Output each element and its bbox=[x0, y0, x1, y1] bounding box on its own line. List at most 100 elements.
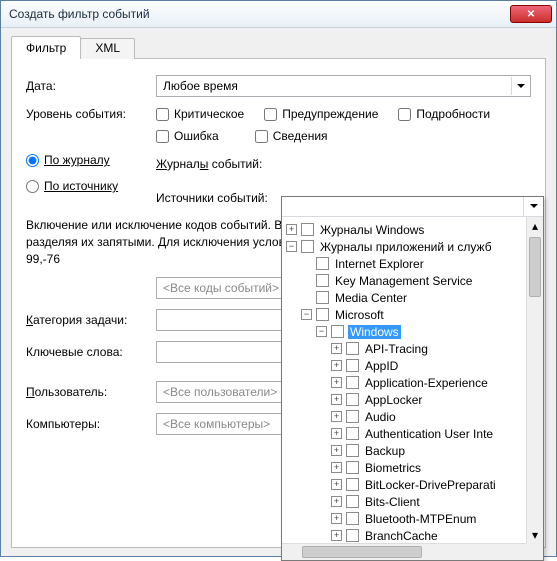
tree-node[interactable]: −Microsoft bbox=[286, 306, 543, 323]
tree-toggle-icon[interactable]: − bbox=[301, 309, 312, 320]
tree-checkbox[interactable] bbox=[301, 223, 314, 236]
tree-checkbox[interactable] bbox=[346, 410, 359, 423]
tree-label: Internet Explorer bbox=[333, 257, 426, 271]
tree-node[interactable]: + Журналы Windows bbox=[286, 221, 543, 238]
tree-toggle-icon[interactable]: + bbox=[331, 428, 342, 439]
tree-node[interactable]: +BitLocker-DrivePreparati bbox=[286, 476, 543, 493]
event-logs-label: Журналы событий: bbox=[156, 157, 262, 171]
date-label: Дата: bbox=[26, 79, 156, 93]
tree-label: Key Management Service bbox=[333, 274, 474, 288]
tree-node[interactable]: − Журналы приложений и служб bbox=[286, 238, 543, 255]
tree-label: AppID bbox=[363, 359, 400, 373]
tree-checkbox[interactable] bbox=[346, 359, 359, 372]
tree-toggle-icon[interactable]: + bbox=[331, 496, 342, 507]
tree-label: Authentication User Inte bbox=[363, 427, 495, 441]
tree-node[interactable]: + BranchCache bbox=[286, 527, 543, 544]
tree-checkbox[interactable] bbox=[346, 478, 359, 491]
level-info[interactable]: Сведения bbox=[255, 129, 328, 143]
tree-toggle-icon[interactable]: + bbox=[286, 224, 297, 235]
chevron-down-icon[interactable] bbox=[523, 197, 543, 216]
tree-label: Media Center bbox=[333, 291, 409, 305]
tree-body: + Журналы Windows − Журналы приложений и сл… bbox=[282, 217, 543, 560]
category-label: Категория задачи: bbox=[26, 313, 156, 327]
tree-checkbox[interactable] bbox=[301, 240, 314, 253]
tree-toggle-icon[interactable]: − bbox=[286, 241, 297, 252]
tree-toggle-icon[interactable]: + bbox=[331, 411, 342, 422]
tree-toggle-icon[interactable]: + bbox=[331, 360, 342, 371]
user-label: Пользователь: bbox=[26, 385, 156, 399]
tree-label: Audio bbox=[363, 410, 398, 424]
date-combo[interactable]: Любое время bbox=[156, 75, 531, 97]
tree-checkbox[interactable] bbox=[316, 257, 329, 270]
window-title: Создать фильтр событий bbox=[9, 7, 510, 21]
tree-node[interactable]: Media Center bbox=[286, 289, 543, 306]
tree-checkbox[interactable] bbox=[346, 376, 359, 389]
tree-node[interactable]: + AppID bbox=[286, 357, 543, 374]
event-logs-dropdown: + Журналы Windows − Журналы приложений и сл… bbox=[281, 196, 544, 561]
tree-node[interactable]: − Windows bbox=[286, 323, 543, 340]
keywords-label: Ключевые слова: bbox=[26, 345, 156, 359]
event-sources-label: Источники событий: bbox=[156, 191, 268, 205]
tree-toggle-icon[interactable]: + bbox=[331, 394, 342, 405]
tree-checkbox[interactable] bbox=[346, 342, 359, 355]
scrollbar-horizontal[interactable] bbox=[282, 543, 526, 560]
tree-label: Журналы Windows bbox=[318, 223, 426, 237]
date-combo-value: Любое время bbox=[163, 79, 238, 93]
tree-node[interactable]: Internet Explorer bbox=[286, 255, 543, 272]
tab-filter[interactable]: Фильтр bbox=[11, 36, 81, 59]
tree-checkbox[interactable] bbox=[346, 427, 359, 440]
tree-checkbox[interactable] bbox=[346, 444, 359, 457]
tree-label: AppLocker bbox=[363, 393, 424, 407]
tree-label: Windows bbox=[348, 325, 401, 339]
tree-toggle-icon[interactable]: + bbox=[331, 513, 342, 524]
tree-node[interactable]: Key Management Service bbox=[286, 272, 543, 289]
tree-label: Bluetooth-MTPEnum bbox=[363, 512, 478, 526]
tree-toggle-icon[interactable]: + bbox=[331, 377, 342, 388]
tree-toggle-icon[interactable]: + bbox=[331, 479, 342, 490]
radio-by-log[interactable]: По журналу bbox=[26, 153, 156, 167]
tree-toggle-icon[interactable]: + bbox=[331, 343, 342, 354]
tree-node[interactable]: + Biometrics bbox=[286, 459, 543, 476]
tree-label: Журналы приложений и служб bbox=[318, 240, 494, 254]
tree-label: BranchCache bbox=[363, 529, 440, 543]
dialog-window: Создать фильтр событий ✕ Фильтр XML Дата… bbox=[0, 0, 557, 557]
tree-checkbox[interactable] bbox=[346, 393, 359, 406]
tree-toggle-icon[interactable]: − bbox=[316, 326, 327, 337]
tree-node[interactable]: + Authentication User Inte bbox=[286, 425, 543, 442]
tree-checkbox[interactable] bbox=[316, 274, 329, 287]
tree-node[interactable]: +API-Tracing bbox=[286, 340, 543, 357]
tree-label: Biometrics bbox=[363, 461, 423, 475]
tree-label: Backup bbox=[363, 444, 407, 458]
scrollbar-vertical[interactable]: ▴▾ bbox=[526, 217, 543, 543]
level-verbose[interactable]: Подробности bbox=[398, 107, 490, 121]
tree-checkbox[interactable] bbox=[331, 325, 344, 338]
tree-checkbox[interactable] bbox=[346, 461, 359, 474]
tree-toggle-icon[interactable]: + bbox=[331, 462, 342, 473]
chevron-down-icon bbox=[511, 77, 529, 95]
tab-strip: Фильтр XML bbox=[11, 36, 546, 59]
level-warning[interactable]: Предупреждение bbox=[264, 107, 378, 121]
level-critical[interactable]: Критическое bbox=[156, 107, 244, 121]
tree-node[interactable]: + AppLocker bbox=[286, 391, 543, 408]
tree-node[interactable]: +Bits-Client bbox=[286, 493, 543, 510]
tree-checkbox[interactable] bbox=[346, 495, 359, 508]
tree-node[interactable]: + Audio bbox=[286, 408, 543, 425]
titlebar: Создать фильтр событий ✕ bbox=[1, 1, 556, 28]
tree-toggle-icon[interactable]: + bbox=[331, 445, 342, 456]
level-label: Уровень события: bbox=[26, 107, 156, 121]
tab-xml[interactable]: XML bbox=[80, 38, 135, 59]
tree-node[interactable]: + Backup bbox=[286, 442, 543, 459]
radio-by-source[interactable]: По источнику bbox=[26, 179, 156, 193]
tree-checkbox[interactable] bbox=[346, 529, 359, 542]
tree-node[interactable]: + Application-Experience bbox=[286, 374, 543, 391]
tree-checkbox[interactable] bbox=[346, 512, 359, 525]
tree-toggle-icon[interactable]: + bbox=[331, 530, 342, 541]
tree-node[interactable]: + Bluetooth-MTPEnum bbox=[286, 510, 543, 527]
tree-checkbox[interactable] bbox=[316, 291, 329, 304]
tree-checkbox[interactable] bbox=[316, 308, 329, 321]
tree-label: Application-Experience bbox=[363, 376, 490, 390]
level-error[interactable]: Ошибка bbox=[156, 129, 219, 143]
dialog-body: Фильтр XML Дата: Любое время Уровень соб… bbox=[1, 28, 556, 556]
computers-label: Компьютеры: bbox=[26, 417, 156, 431]
close-button[interactable]: ✕ bbox=[510, 5, 552, 23]
